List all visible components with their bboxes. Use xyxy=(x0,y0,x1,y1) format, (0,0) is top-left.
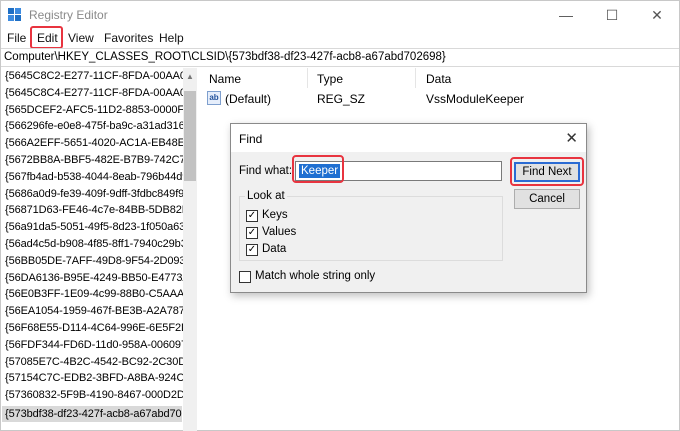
value-type: REG_SZ xyxy=(317,92,366,106)
menu-favorites[interactable]: Favorites xyxy=(104,31,153,45)
string-value-icon: ab xyxy=(207,91,221,105)
registry-editor-window: Registry Editor — ☐ ✕ File Edit View Fav… xyxy=(0,0,680,431)
column-header-name[interactable]: Name xyxy=(209,72,241,86)
look-at-label: Look at xyxy=(245,190,287,202)
tree-item[interactable]: {56BB05DE-7AFF-49D8-9F54-2D0936E xyxy=(5,255,196,267)
scroll-up-arrow-icon[interactable]: ▲ xyxy=(183,68,197,84)
values-checkbox[interactable]: ✓ xyxy=(246,227,258,239)
tree-item[interactable]: {56EA1054-1959-467f-BE3B-A2A787C xyxy=(5,305,193,317)
column-header-data[interactable]: Data xyxy=(426,72,451,86)
menu-file[interactable]: File xyxy=(7,31,26,45)
tree-item[interactable]: {57085E7C-4B2C-4542-BC92-2C30D1 xyxy=(5,356,192,368)
tree-item[interactable]: {566A2EFF-5651-4020-AC1A-EB48E45 xyxy=(5,137,196,149)
find-dialog-title: Find xyxy=(239,132,263,146)
tree-item[interactable]: {56871D63-FE46-4c7e-84BB-5DB82D4 xyxy=(5,204,196,216)
keys-label[interactable]: Keys xyxy=(262,209,288,221)
minimize-button[interactable]: — xyxy=(543,1,589,29)
column-divider xyxy=(307,68,308,88)
tree-item[interactable]: {57154C7C-EDB2-3BFD-A8BA-924C60 xyxy=(5,372,196,384)
tree-item[interactable]: {5686a0d9-fe39-409f-9dff-3fdbc849f9 xyxy=(5,188,184,200)
match-whole-checkbox[interactable] xyxy=(239,271,251,283)
registry-key-tree[interactable]: {5645C8C2-E277-11CF-8FDA-00AA00 {5645C8C4… xyxy=(1,68,197,431)
find-dialog-title-bar[interactable]: Find ✕ xyxy=(231,124,586,152)
tree-item[interactable]: {56DA6136-B95E-4249-BB50-E4773A2 xyxy=(5,272,196,284)
find-dialog: Find ✕ Find what: Keeper Find Next Cance… xyxy=(230,123,587,293)
close-icon[interactable]: ✕ xyxy=(565,129,578,147)
find-input-annotation-box xyxy=(292,155,344,183)
tree-item[interactable]: {566296fe-e0e8-475f-ba9c-a31ad3162 xyxy=(5,120,191,132)
title-bar[interactable]: Registry Editor — ☐ ✕ xyxy=(1,1,679,29)
find-what-label: Find what: xyxy=(239,165,293,177)
data-checkbox[interactable]: ✓ xyxy=(246,244,258,256)
menu-help[interactable]: Help xyxy=(159,31,184,45)
tree-item[interactable]: {56F68E55-D114-4C64-996E-6E5F2D5 xyxy=(5,322,195,334)
tree-item[interactable]: {56a91da5-5051-49f5-8d23-1f050a63e xyxy=(5,221,191,233)
menu-view[interactable]: View xyxy=(68,31,94,45)
tree-item[interactable]: {56E0B3FF-1E09-4c99-88B0-C5AAA2 xyxy=(5,288,190,300)
column-divider xyxy=(415,68,416,88)
tree-item[interactable]: {5672BB8A-BBF5-482E-B7B9-742C700 xyxy=(5,154,196,166)
tree-item[interactable]: {5645C8C4-E277-11CF-8FDA-00AA00 xyxy=(5,87,192,99)
close-button[interactable]: ✕ xyxy=(634,1,680,29)
cancel-button[interactable]: Cancel xyxy=(514,189,580,209)
find-next-annotation-box xyxy=(510,157,584,186)
values-label[interactable]: Values xyxy=(262,226,296,238)
tree-item-selected[interactable]: {573bdf38-df23-427f-acb8-a67abd70 xyxy=(2,406,182,422)
window-title: Registry Editor xyxy=(29,8,108,22)
edit-menu-annotation-box xyxy=(30,26,63,49)
value-data: VssModuleKeeper xyxy=(426,92,525,106)
value-name[interactable]: (Default) xyxy=(225,92,271,106)
tree-item[interactable]: {567fb4ad-b538-4044-8eab-796b44d9 xyxy=(5,171,188,183)
maximize-button[interactable]: ☐ xyxy=(589,1,635,29)
data-label[interactable]: Data xyxy=(262,243,286,255)
tree-item[interactable]: {5645C8C2-E277-11CF-8FDA-00AA00 xyxy=(5,70,192,82)
address-bar[interactable]: Computer\HKEY_CLASSES_ROOT\CLSID\{573bdf… xyxy=(1,48,679,67)
match-whole-label[interactable]: Match whole string only xyxy=(255,270,375,282)
tree-item[interactable]: {56ad4c5d-b908-4f85-8ff1-7940c29b3 xyxy=(5,238,187,250)
tree-item[interactable]: {57360832-5F9B-4190-8467-000D2D5 xyxy=(5,389,191,401)
tree-item[interactable]: {56FDF344-FD6D-11d0-958A-006097C xyxy=(5,339,195,351)
tree-scroll-thumb[interactable] xyxy=(184,91,196,181)
keys-checkbox[interactable]: ✓ xyxy=(246,210,258,222)
registry-editor-icon xyxy=(8,8,22,22)
column-header-type[interactable]: Type xyxy=(317,72,343,86)
tree-item[interactable]: {565DCEF2-AFC5-11D2-8853-0000F80 xyxy=(5,104,196,116)
menu-bar: File Edit View Favorites Help xyxy=(1,29,679,49)
